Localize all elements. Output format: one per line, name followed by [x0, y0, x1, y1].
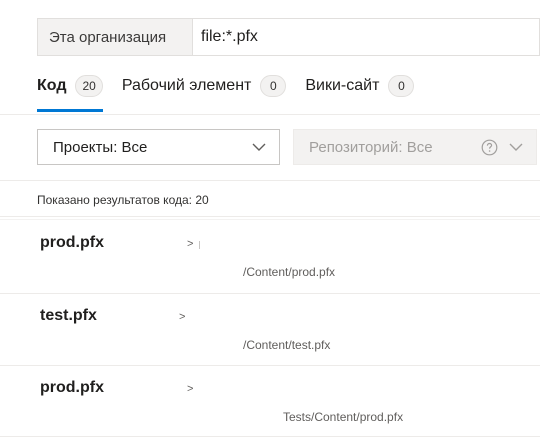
results-summary: Показано результатов кода: 20 — [37, 193, 209, 207]
summary-divider-shadow — [0, 219, 540, 220]
tab-work-item-count-badge: 0 — [260, 75, 287, 97]
repository-filter-dropdown[interactable]: Репозиторий: Все — [293, 129, 537, 165]
search-query-container — [193, 19, 539, 55]
tab-code-label: Код — [37, 77, 67, 94]
result-path-separator: > — [187, 383, 194, 395]
projects-filter-label: Проекты: Все — [53, 138, 148, 156]
tab-work-item-label: Рабочий элемент — [121, 77, 252, 94]
search-bar: Эта организация — [37, 18, 540, 56]
repository-filter-label: Репозиторий: Все — [309, 138, 433, 156]
result-file-path: /Content/test.pfx — [243, 338, 331, 352]
tab-wiki-label: Вики-сайт — [305, 77, 380, 94]
chevron-down-icon — [509, 143, 523, 151]
result-divider — [0, 365, 540, 366]
tabs-divider — [0, 114, 540, 115]
tab-wiki[interactable]: Вики-сайт 0 — [305, 70, 415, 102]
scope-selector[interactable]: Эта организация — [38, 19, 193, 55]
chevron-down-icon — [252, 143, 266, 151]
result-file-name[interactable]: prod.pfx — [40, 379, 104, 397]
result-file-name[interactable]: prod.pfx — [40, 234, 104, 252]
result-path-divider — [199, 241, 200, 249]
result-path-separator: > — [187, 238, 194, 250]
result-divider — [0, 436, 540, 437]
summary-divider — [0, 216, 540, 217]
tab-work-item[interactable]: Рабочий элемент 0 — [122, 70, 287, 102]
filter-bar: Проекты: Все Репозиторий: Все — [37, 129, 537, 165]
help-icon[interactable] — [481, 139, 498, 156]
search-input[interactable] — [201, 28, 539, 46]
tab-wiki-count-badge: 0 — [388, 75, 415, 97]
scope-label: Эта организация — [49, 28, 167, 46]
result-type-tabs: Код 20 Рабочий элемент 0 Вики-сайт 0 — [37, 70, 433, 112]
result-file-name[interactable]: test.pfx — [40, 307, 97, 325]
result-path-separator: > — [179, 311, 186, 323]
tab-code-count-badge: 20 — [75, 75, 103, 97]
result-divider — [0, 293, 540, 294]
projects-filter-dropdown[interactable]: Проекты: Все — [37, 129, 280, 165]
tab-code[interactable]: Код 20 — [37, 70, 103, 112]
result-file-path: Tests/Content/prod.pfx — [283, 410, 404, 424]
filters-divider — [0, 180, 540, 181]
result-file-path: /Content/prod.pfx — [243, 265, 336, 279]
